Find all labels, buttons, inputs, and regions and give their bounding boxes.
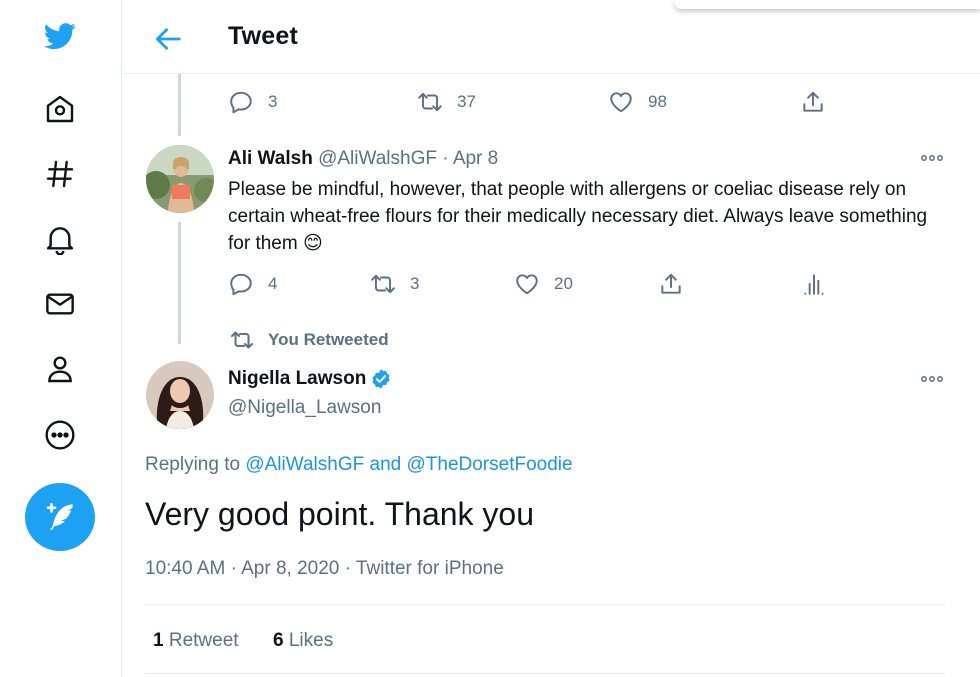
retweet-stat-count: 1	[153, 630, 164, 651]
notifications-bell-icon[interactable]	[39, 218, 81, 260]
author-handle[interactable]: @Nigella_Lawson	[228, 397, 381, 419]
retweet-notice-label: You Retweeted	[268, 330, 389, 349]
analytics-bars-icon	[804, 274, 824, 295]
separator-dot: ·	[344, 558, 351, 579]
retweet-count: 3	[410, 274, 420, 293]
reply-count: 3	[268, 92, 278, 111]
back-arrow-icon[interactable]	[151, 22, 185, 56]
more-dots-icon[interactable]	[917, 148, 947, 168]
home-icon[interactable]	[39, 88, 81, 130]
tweet-source[interactable]: Twitter for iPhone	[356, 558, 504, 579]
replying-prefix: Replying to	[145, 454, 241, 475]
tweet-timestamp: 10:40 AM · Apr 8, 2020 · Twitter for iPh…	[145, 558, 504, 580]
page-header: Tweet	[123, 0, 980, 74]
avatar[interactable]	[146, 145, 214, 213]
retweet-notice: You Retweeted	[228, 328, 389, 352]
divider	[145, 604, 945, 605]
retweet-action[interactable]: 3	[370, 271, 419, 297]
likes-stat[interactable]: 6 Likes	[273, 630, 333, 652]
retweet-stat[interactable]: 1 Retweet	[153, 630, 239, 652]
retweet-icon	[231, 331, 253, 349]
heart-icon	[516, 274, 538, 295]
messages-envelope-icon[interactable]	[39, 283, 81, 325]
explore-hashtag-icon[interactable]	[39, 153, 81, 195]
tweet-author-line: Nigella Lawson	[228, 368, 392, 390]
retweet-icon	[371, 274, 395, 294]
reply-bubble-icon	[230, 273, 252, 296]
replying-and[interactable]: and	[370, 454, 402, 475]
separator-dot: ·	[230, 558, 237, 579]
likes-stat-label: Likes	[288, 630, 334, 651]
retweet-count: 37	[457, 92, 476, 111]
retweet-action[interactable]: 37	[417, 89, 476, 115]
share-upload-icon	[661, 273, 681, 294]
separator-dot: ·	[442, 148, 449, 169]
share-upload-icon	[803, 91, 823, 112]
like-action[interactable]: 20	[514, 271, 573, 297]
twitter-logo-icon[interactable]	[39, 15, 81, 57]
reply-count: 4	[268, 274, 278, 293]
heart-icon	[610, 92, 632, 113]
likes-stat-count: 6	[273, 630, 284, 651]
like-count: 20	[554, 274, 573, 293]
analytics-action[interactable]	[801, 271, 841, 297]
retweet-stat-label: Retweet	[168, 630, 239, 651]
share-action[interactable]	[800, 89, 840, 115]
retweet-icon	[418, 92, 442, 112]
feather-plus-icon	[46, 502, 73, 530]
tweet-date[interactable]: Apr 8	[453, 148, 498, 169]
dropdown-popup-edge	[675, 0, 980, 9]
profile-person-icon[interactable]	[39, 348, 81, 390]
more-options-circle-icon[interactable]	[39, 414, 81, 456]
smile-emoji: 😊	[302, 233, 323, 254]
tweet-text: Very good point. Thank you	[145, 496, 535, 532]
author-name[interactable]: Ali Walsh	[228, 148, 313, 169]
divider	[145, 673, 945, 674]
mention-link[interactable]: @AliWalshGF	[245, 454, 364, 475]
thread-line	[178, 74, 181, 136]
like-action[interactable]: 98	[608, 89, 667, 115]
author-handle[interactable]: @AliWalshGF	[318, 148, 437, 169]
tweet-body: Please be mindful, however, that people …	[228, 179, 928, 254]
share-action[interactable]	[658, 271, 698, 297]
page-title: Tweet	[228, 22, 298, 50]
tweet-time[interactable]: 10:40 AM	[145, 558, 225, 579]
compose-tweet-button[interactable]	[25, 483, 95, 551]
verified-badge-icon	[372, 369, 390, 389]
author-name[interactable]: Nigella Lawson	[228, 368, 366, 390]
reply-action[interactable]: 4	[228, 271, 277, 297]
sidebar-nav	[0, 0, 122, 677]
mention-link[interactable]: @TheDorsetFoodie	[406, 454, 572, 475]
reply-action[interactable]: 3	[228, 89, 277, 115]
thread-line	[178, 222, 181, 344]
avatar[interactable]	[146, 361, 214, 429]
reply-bubble-icon	[230, 91, 252, 114]
more-dots-icon[interactable]	[917, 369, 947, 389]
tweet-author-line: Ali Walsh @AliWalshGF · Apr 8	[228, 148, 498, 170]
like-count: 98	[648, 92, 667, 111]
tweet-text: Please be mindful, however, that people …	[228, 176, 948, 257]
replying-to: Replying to @AliWalshGF and @TheDorsetFo…	[145, 454, 573, 476]
tweet-date[interactable]: Apr 8, 2020	[241, 558, 339, 579]
